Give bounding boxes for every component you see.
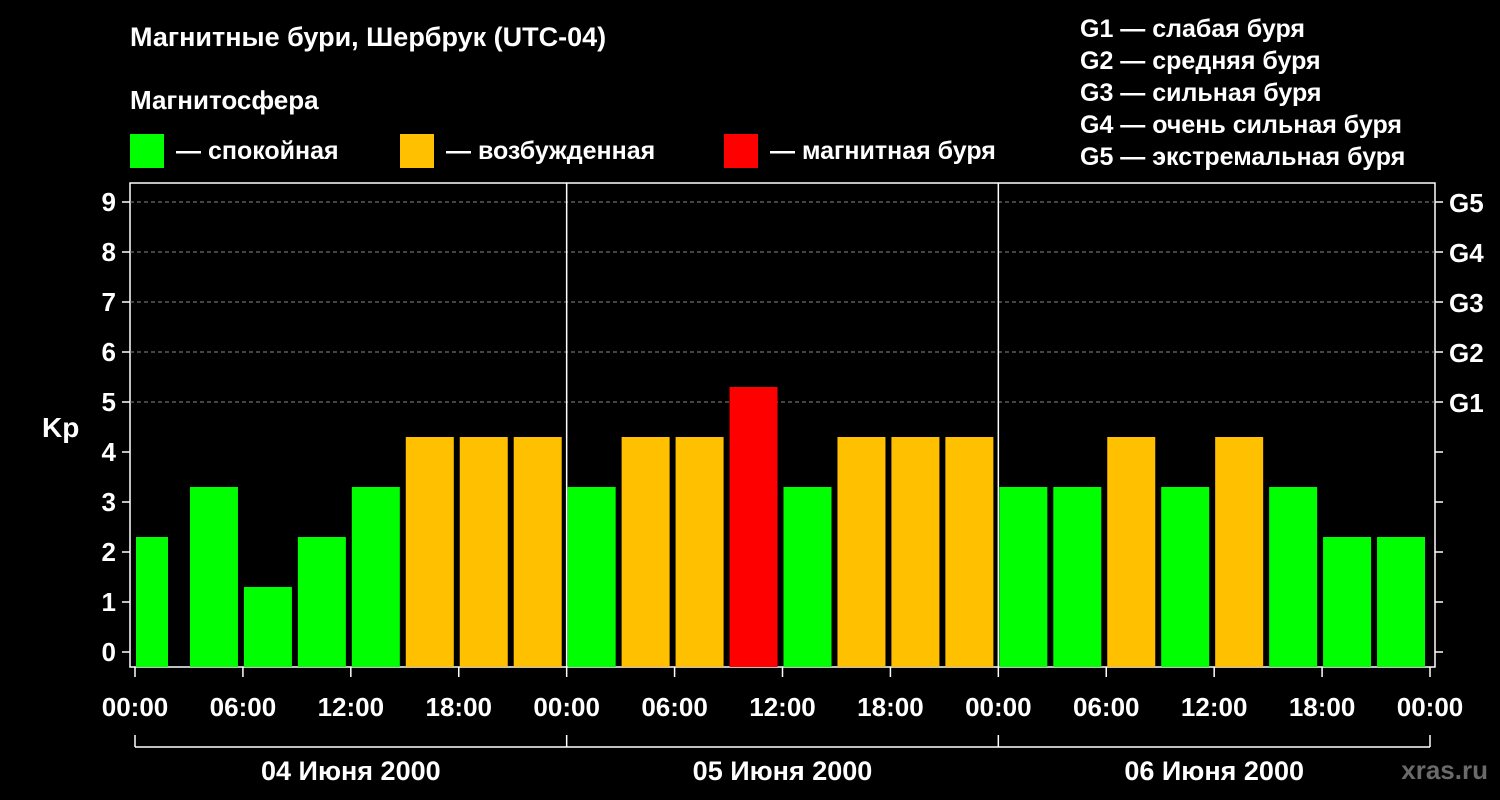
g-level-label: G5 <box>1449 188 1484 218</box>
x-tick-label: 18:00 <box>1289 692 1356 722</box>
kp-bar <box>189 487 238 667</box>
y-tick-label: 6 <box>102 337 116 367</box>
x-tick-label: 06:00 <box>210 692 277 722</box>
kp-bar <box>945 437 994 667</box>
y-tick-label: 0 <box>102 637 116 667</box>
y-tick-label: 8 <box>102 237 116 267</box>
kp-bar <box>1323 537 1372 667</box>
day-label: 05 Июня 2000 <box>693 756 873 786</box>
kp-bar <box>243 587 292 667</box>
x-tick-label: 00:00 <box>102 692 169 722</box>
x-tick-label: 00:00 <box>965 692 1032 722</box>
g-level-label: G3 <box>1449 288 1484 318</box>
y-tick-label: 5 <box>102 387 116 417</box>
kp-bar <box>513 437 562 667</box>
watermark: xras.ru <box>1401 755 1488 785</box>
kp-bar <box>1215 437 1264 667</box>
kp-bar <box>1269 487 1318 667</box>
kp-bar <box>837 437 886 667</box>
kp-bar <box>675 437 724 667</box>
kp-bar <box>891 437 940 667</box>
kp-bar <box>1107 437 1156 667</box>
day-label: 06 Июня 2000 <box>1124 756 1304 786</box>
y-tick-label: 1 <box>102 587 116 617</box>
kp-bar <box>1053 487 1102 667</box>
y-tick-label: 7 <box>102 287 116 317</box>
kp-chart: 0 1 2 3 4 5 6 7 8 9 G1 G2 G3 G4 G5 Kp 00:00 06:00 12:00 18:… <box>42 182 1484 786</box>
x-tick-label: 06:00 <box>1073 692 1140 722</box>
kp-bar <box>729 387 778 667</box>
x-tick-label: 18:00 <box>857 692 924 722</box>
kp-bar <box>1377 537 1426 667</box>
kp-bar <box>405 437 454 667</box>
y-axis-label: Kp <box>42 412 79 443</box>
kp-bar <box>459 437 508 667</box>
kp-bar <box>297 537 346 667</box>
x-tick-label: 06:00 <box>641 692 708 722</box>
g-level-label: G2 <box>1449 338 1484 368</box>
y-tick-label: 2 <box>102 537 116 567</box>
day-label: 04 Июня 2000 <box>261 756 441 786</box>
y-tick-label: 4 <box>102 437 117 467</box>
kp-bar <box>783 487 832 667</box>
x-tick-label: 12:00 <box>1181 692 1248 722</box>
y-tick-label: 3 <box>102 487 116 517</box>
kp-bar <box>136 537 168 667</box>
kp-bar <box>1161 487 1210 667</box>
x-tick-label: 12:00 <box>749 692 816 722</box>
x-tick-label: 00:00 <box>533 692 600 722</box>
kp-bar <box>567 487 616 667</box>
g-level-label: G1 <box>1449 388 1484 418</box>
kp-bar <box>351 487 400 667</box>
g-level-label: G4 <box>1449 238 1484 268</box>
kp-bar <box>621 437 670 667</box>
x-tick-label: 00:00 <box>1397 692 1464 722</box>
kp-bar <box>999 487 1048 667</box>
y-tick-label: 9 <box>102 187 116 217</box>
x-tick-label: 12:00 <box>318 692 385 722</box>
x-tick-label: 18:00 <box>426 692 493 722</box>
